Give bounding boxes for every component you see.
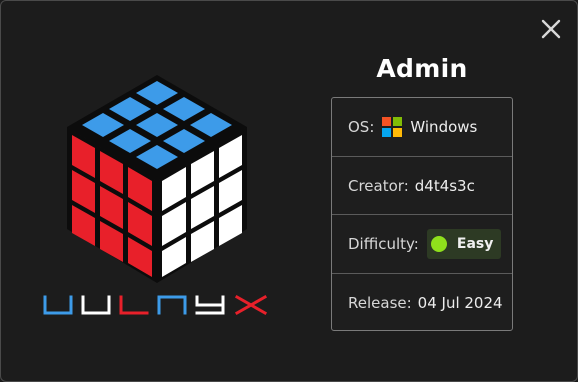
release-value: 04 Jul 2024 [417, 294, 503, 312]
difficulty-value: Easy [456, 236, 494, 252]
rubiks-cube-icon [67, 75, 247, 283]
difficulty-badge: Easy [426, 229, 502, 259]
difficulty-dot-icon [430, 236, 447, 252]
creator-label: Creator: [348, 177, 409, 195]
machine-title: Admin [376, 54, 468, 83]
vulnyx-logo [43, 75, 268, 316]
vulnyx-wordmark [43, 294, 268, 316]
release-row: Release: 04 Jul 2024 [332, 274, 512, 332]
os-label: OS: [348, 118, 375, 136]
os-value: Windows [410, 118, 478, 136]
difficulty-label: Difficulty: [348, 235, 419, 253]
windows-logo-icon [382, 117, 403, 137]
creator-row: Creator: d4t4s3c [332, 157, 512, 215]
machine-details-modal: Admin OS: Windows Creator: d4t4s3c Diffi… [0, 0, 578, 382]
difficulty-row: Difficulty: Easy [332, 215, 512, 273]
release-label: Release: [348, 294, 412, 312]
os-row: OS: Windows [332, 98, 512, 156]
close-icon[interactable] [539, 17, 563, 41]
machine-info-panel: OS: Windows Creator: d4t4s3c Difficulty:… [331, 97, 513, 331]
creator-value: d4t4s3c [414, 177, 475, 195]
